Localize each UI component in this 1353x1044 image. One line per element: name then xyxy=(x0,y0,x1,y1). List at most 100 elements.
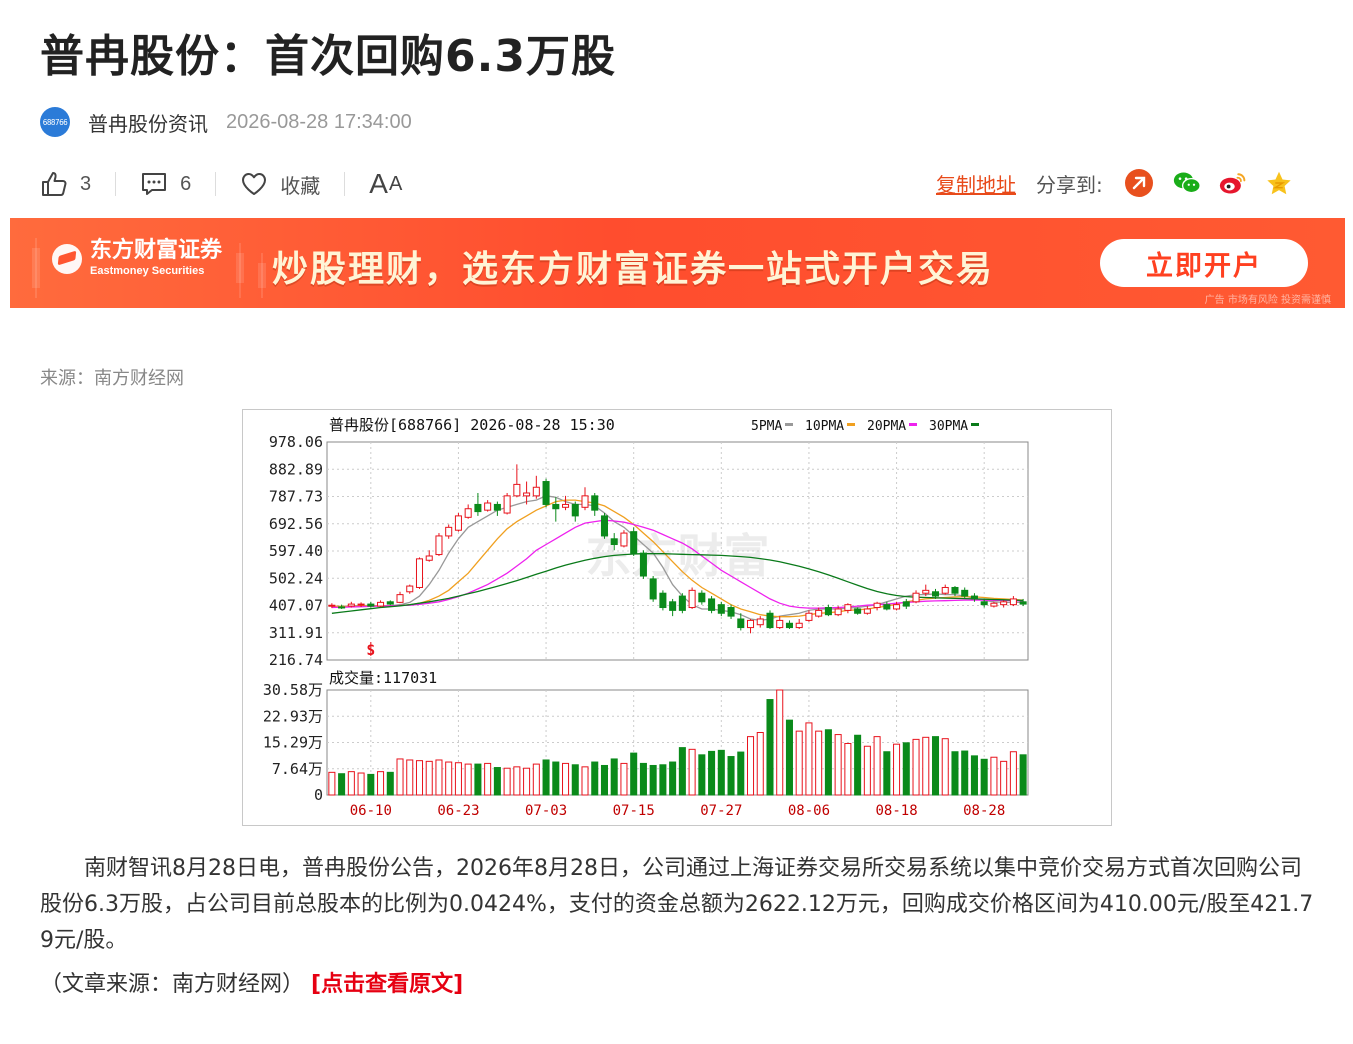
thumbs-up-icon xyxy=(40,170,68,198)
volume-bar xyxy=(338,773,346,796)
candle-body xyxy=(328,604,336,607)
ma-legend-swatch xyxy=(971,423,979,426)
volume-bar xyxy=(600,764,608,796)
volume-bar xyxy=(815,730,823,796)
font-size-button[interactable]: AA xyxy=(369,168,403,200)
qzone-star-icon[interactable] xyxy=(1265,169,1293,197)
volume-bar xyxy=(747,736,755,796)
copy-link-button[interactable]: 复制地址 xyxy=(936,169,1016,198)
volume-bar xyxy=(688,748,696,796)
volume-bar xyxy=(912,738,920,796)
candle-body xyxy=(454,515,462,531)
volume-bar xyxy=(493,767,501,796)
candle-body xyxy=(474,503,482,513)
volume-bar xyxy=(776,689,784,796)
volume-bar xyxy=(883,751,891,796)
banner-slogan: 炒股理财，选东方财富证券一站式开户交易 xyxy=(272,249,995,290)
candle-body xyxy=(717,604,725,614)
stock-chart: 东方财富 978.06 882.89 787.73 692.56 597.40 502.24… xyxy=(242,409,1112,826)
view-original-link[interactable]: [点击查看原文] xyxy=(311,972,463,997)
ma-legend-swatch xyxy=(847,423,855,426)
ad-banner[interactable]: 东方财富证券 Eastmoney Securities 炒股理财，选东方财富证券… xyxy=(10,218,1345,308)
ma-legend-label: 10PMA xyxy=(805,419,844,434)
volume-tick-label: 7.64万 xyxy=(272,760,323,778)
candle-body xyxy=(678,595,686,611)
comment-button[interactable]: 6 xyxy=(140,170,191,198)
candle-body xyxy=(649,578,657,600)
candle-body xyxy=(747,619,755,629)
candle-body xyxy=(600,515,608,537)
volume-bar xyxy=(854,734,862,796)
eastmoney-logo-icon xyxy=(52,243,82,274)
author-name[interactable]: 普冉股份资讯 xyxy=(88,108,208,137)
date-label: 07-27 xyxy=(700,803,742,819)
volume-bar xyxy=(435,759,443,796)
date-label: 08-18 xyxy=(875,803,917,819)
candle-body xyxy=(542,481,550,505)
ma-legend-swatch xyxy=(909,423,917,426)
candle-body xyxy=(347,603,355,607)
candle-body xyxy=(464,508,472,518)
wechat-icon[interactable] xyxy=(1173,169,1201,197)
share-bar: 复制地址 分享到: xyxy=(936,166,1293,200)
favorite-button[interactable]: 收藏 xyxy=(240,170,320,199)
share-guba-icon[interactable] xyxy=(1124,169,1153,197)
volume-bar xyxy=(474,763,482,796)
volume-bar xyxy=(961,750,969,796)
price-tick-label: 882.89 xyxy=(269,460,323,478)
volume-label: 成交量:117031 xyxy=(329,669,437,687)
ma-legend-label: 20PMA xyxy=(867,419,906,434)
comment-icon xyxy=(140,170,168,198)
candle-body xyxy=(1019,601,1027,605)
volume-bar xyxy=(766,699,774,796)
volume-bar xyxy=(970,755,978,796)
article-meta: 688766 普冉股份资讯 2026-08-28 17:34:00 xyxy=(40,106,412,138)
open-account-button[interactable]: 立即开户 xyxy=(1100,239,1308,287)
candle-body xyxy=(610,538,618,546)
volume-bar xyxy=(941,738,949,796)
ma-legend-label: 30PMA xyxy=(929,419,968,434)
candle-body xyxy=(708,598,716,611)
candle-body xyxy=(581,495,589,508)
candle-body xyxy=(688,589,696,609)
volume-bar xyxy=(523,767,531,796)
favorite-label: 收藏 xyxy=(280,175,321,198)
volume-bar xyxy=(581,766,589,796)
price-tick-label: 216.74 xyxy=(269,651,323,669)
volume-bar xyxy=(659,764,667,796)
volume-bar xyxy=(863,745,871,796)
like-button[interactable]: 3 xyxy=(40,170,91,198)
volume-bar xyxy=(795,730,803,796)
candle-body xyxy=(766,612,774,629)
divider xyxy=(115,172,117,196)
candle-body xyxy=(406,585,414,593)
volume-tick-label: 30.58万 xyxy=(263,681,323,699)
candle-body xyxy=(396,594,404,603)
volume-bar xyxy=(503,767,511,796)
author-avatar[interactable]: 688766 xyxy=(40,107,70,137)
volume-bar xyxy=(639,762,647,796)
candle-body xyxy=(591,495,599,511)
volume-bar xyxy=(630,752,638,796)
candle-body xyxy=(893,604,901,610)
candle-body xyxy=(922,589,930,594)
volume-bar xyxy=(552,761,560,796)
candle-body xyxy=(669,601,677,611)
candle-body xyxy=(435,535,443,556)
volume-bar xyxy=(980,758,988,796)
volume-bar xyxy=(532,763,540,796)
candle-body xyxy=(523,492,531,497)
weibo-icon[interactable] xyxy=(1219,169,1247,197)
candle-body xyxy=(445,526,453,537)
price-tick-label: 787.73 xyxy=(269,488,323,506)
divider xyxy=(344,172,346,196)
candle-body xyxy=(659,592,667,609)
candle-body xyxy=(1000,601,1008,606)
share-label: 分享到: xyxy=(1036,172,1103,197)
divider xyxy=(215,172,217,196)
candle-body xyxy=(513,483,521,497)
volume-bar xyxy=(698,754,706,796)
volume-bar xyxy=(727,756,735,796)
volume-bar xyxy=(357,772,365,796)
candle-body xyxy=(493,503,501,511)
